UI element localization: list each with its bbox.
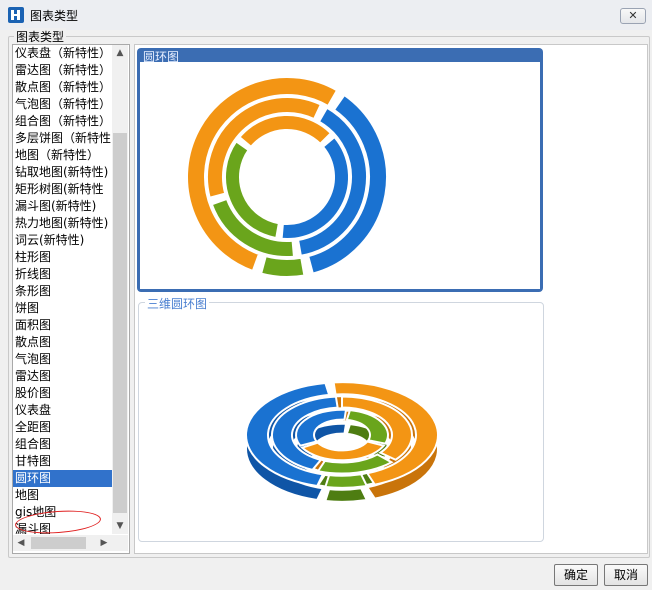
horizontal-scrollbar[interactable]: ◀ ▶: [13, 535, 112, 551]
ring-chart-option[interactable]: 圆环图: [137, 48, 543, 292]
ok-button[interactable]: 确定: [554, 564, 598, 586]
chart-type-item[interactable]: 散点图（新特性）: [13, 79, 112, 96]
chart-type-item[interactable]: 雷达图（新特性）: [13, 62, 112, 79]
chart-type-item[interactable]: 条形图: [13, 283, 112, 300]
chart-type-item[interactable]: 组合图: [13, 436, 112, 453]
chart-type-item[interactable]: 饼图: [13, 300, 112, 317]
chart-type-item[interactable]: 组合图（新特性）: [13, 113, 112, 130]
title-bar: 图表类型 ✕: [0, 0, 652, 30]
vertical-scroll-thumb[interactable]: [113, 133, 127, 513]
chart-type-item[interactable]: 钻取地图(新特性): [13, 164, 112, 181]
ring-chart-preview-area: [140, 62, 540, 289]
chart-type-item[interactable]: 股价图: [13, 385, 112, 402]
vertical-scrollbar[interactable]: ▲ ▼: [112, 45, 128, 534]
chart-type-item[interactable]: 词云(新特性): [13, 232, 112, 249]
chart-type-item[interactable]: 雷达图: [13, 368, 112, 385]
chart-type-item[interactable]: 气泡图: [13, 351, 112, 368]
chart-type-items: 仪表盘（新特性） 雷达图（新特性） 散点图（新特性） 气泡图（新特性） 组合图（新特性）…: [13, 45, 112, 534]
scrollbar-corner: [112, 535, 128, 551]
chart-type-item[interactable]: 折线图: [13, 266, 112, 283]
scroll-right-icon[interactable]: ▶: [96, 535, 112, 551]
ring-segment: [259, 254, 306, 278]
ring3d-chart-preview: [245, 381, 439, 503]
close-button[interactable]: ✕: [620, 8, 646, 24]
chart-type-list[interactable]: 仪表盘（新特性） 雷达图（新特性） 散点图（新特性） 气泡图（新特性） 组合图（新特性）…: [12, 44, 130, 554]
app-logo-icon: [8, 7, 24, 23]
cancel-button[interactable]: 取消: [604, 564, 648, 586]
horizontal-scroll-thumb[interactable]: [31, 537, 86, 549]
chart-type-item[interactable]: 全距图: [13, 419, 112, 436]
ring3d-segment-side: [323, 487, 369, 503]
chart-type-item[interactable]: 仪表盘（新特性）: [13, 45, 112, 62]
window-title: 图表类型: [30, 9, 79, 23]
chart-type-item[interactable]: 仪表盘: [13, 402, 112, 419]
chart-type-item[interactable]: 漏斗图(新特性): [13, 198, 112, 215]
chart-type-item[interactable]: 气泡图（新特性）: [13, 96, 112, 113]
group-label: 图表类型: [14, 28, 67, 45]
preview-panel: 圆环图 三维圆环图: [134, 44, 648, 554]
scroll-left-icon[interactable]: ◀: [13, 535, 29, 551]
scroll-up-icon[interactable]: ▲: [112, 45, 128, 61]
chart-type-item[interactable]: 面积图: [13, 317, 112, 334]
chart-type-item[interactable]: 地图（新特性）: [13, 147, 112, 164]
chart-type-item[interactable]: 矩形树图(新特性: [13, 181, 112, 198]
scroll-down-icon[interactable]: ▼: [112, 518, 128, 534]
ring3d-chart-option[interactable]: 三维圆环图: [138, 295, 544, 542]
chart-type-item[interactable]: 热力地图(新特性): [13, 215, 112, 232]
chart-type-item[interactable]: 甘特图: [13, 453, 112, 470]
chart-type-item[interactable]: 柱形图: [13, 249, 112, 266]
ring-chart-preview: [186, 76, 388, 278]
ring3d-segment: [323, 473, 369, 489]
chart-type-item[interactable]: 圆环图: [13, 470, 112, 487]
chart-type-item[interactable]: 地图: [13, 487, 112, 504]
chart-type-item[interactable]: 多层饼图（新特性: [13, 130, 112, 147]
chart-type-item[interactable]: 散点图: [13, 334, 112, 351]
